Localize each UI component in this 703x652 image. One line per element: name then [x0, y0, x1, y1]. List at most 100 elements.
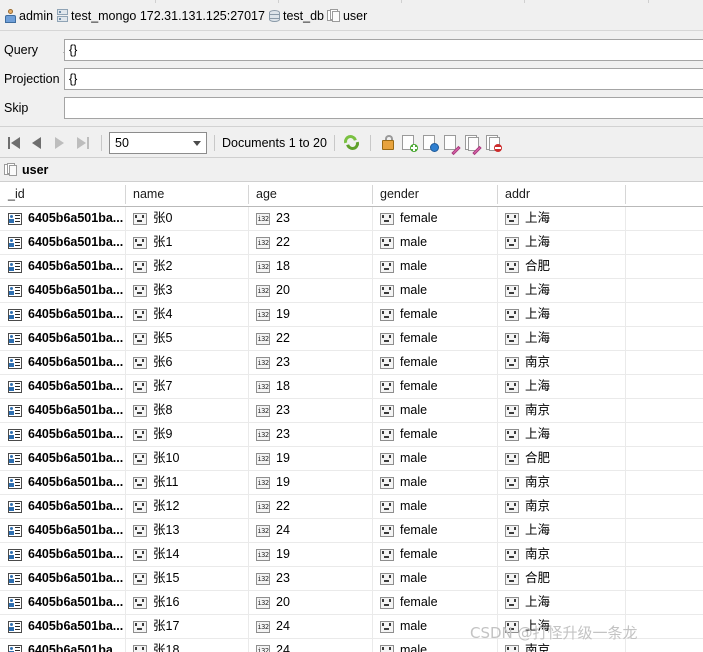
- cell-name[interactable]: 张12: [125, 495, 248, 518]
- cell-_id[interactable]: 6405b6a501ba...: [0, 207, 125, 230]
- cell-gender[interactable]: male: [372, 471, 497, 494]
- cell-addr[interactable]: 合肥: [497, 567, 625, 590]
- cell-addr[interactable]: 南京: [497, 351, 625, 374]
- column-resize-handle[interactable]: [497, 185, 498, 204]
- page-size-select[interactable]: 50: [109, 132, 207, 154]
- cell-age[interactable]: i32 22: [248, 327, 372, 350]
- cell-gender[interactable]: male: [372, 231, 497, 254]
- cell-_id[interactable]: 6405b6a501ba...: [0, 543, 125, 566]
- column-header-blank[interactable]: [625, 182, 703, 206]
- cell-age[interactable]: i32 19: [248, 303, 372, 326]
- cell-addr[interactable]: 上海: [497, 327, 625, 350]
- cell-name[interactable]: 张15: [125, 567, 248, 590]
- cell-gender[interactable]: female: [372, 543, 497, 566]
- next-page-button[interactable]: [48, 132, 71, 155]
- cell-_id[interactable]: 6405b6a501ba...: [0, 399, 125, 422]
- cell-age[interactable]: i32 24: [248, 519, 372, 542]
- table-row[interactable]: 6405b6a501ba... 张0 i32 23 female 上海: [0, 207, 703, 231]
- refresh-button[interactable]: [341, 132, 362, 152]
- breadcrumb-item-connection[interactable]: test_mongo 172.31.131.125:27017: [56, 8, 268, 23]
- table-row[interactable]: 6405b6a501ba... 张16 i32 20 female 上海: [0, 591, 703, 615]
- cell-gender[interactable]: male: [372, 399, 497, 422]
- cell-name[interactable]: 张0: [125, 207, 248, 230]
- cell-age[interactable]: i32 24: [248, 615, 372, 638]
- cell-_id[interactable]: 6405b6a501ba...: [0, 615, 125, 638]
- cell-gender[interactable]: female: [372, 423, 497, 446]
- lock-button[interactable]: [380, 134, 397, 152]
- cell-addr[interactable]: 南京: [497, 471, 625, 494]
- cell-name[interactable]: 张8: [125, 399, 248, 422]
- column-header-_id[interactable]: _id: [0, 182, 125, 206]
- skip-input[interactable]: [64, 97, 703, 119]
- table-row[interactable]: 6405b6a501ba... 张6 i32 23 female 南京: [0, 351, 703, 375]
- cell-age[interactable]: i32 23: [248, 399, 372, 422]
- cell-gender[interactable]: male: [372, 495, 497, 518]
- table-row[interactable]: 6405b6a501ba... 张2 i32 18 male 合肥: [0, 255, 703, 279]
- cell-gender[interactable]: male: [372, 447, 497, 470]
- cell-gender[interactable]: male: [372, 279, 497, 302]
- cell-age[interactable]: i32 22: [248, 231, 372, 254]
- cell-age[interactable]: i32 18: [248, 255, 372, 278]
- cell-addr[interactable]: 南京: [497, 543, 625, 566]
- cell-name[interactable]: 张9: [125, 423, 248, 446]
- cell-name[interactable]: 张13: [125, 519, 248, 542]
- cell-addr[interactable]: 合肥: [497, 255, 625, 278]
- cell-addr[interactable]: 上海: [497, 303, 625, 326]
- last-page-button[interactable]: [71, 132, 94, 155]
- cell-age[interactable]: i32 23: [248, 423, 372, 446]
- cell-_id[interactable]: 6405b6a501ba...: [0, 255, 125, 278]
- cell-addr[interactable]: 上海: [497, 231, 625, 254]
- cell-_id[interactable]: 6405b6a501ba...: [0, 639, 125, 652]
- column-header-name[interactable]: name: [125, 182, 248, 206]
- column-header-gender[interactable]: gender: [372, 182, 497, 206]
- cell-age[interactable]: i32 24: [248, 639, 372, 652]
- table-row[interactable]: 6405b6a501ba... 张4 i32 19 female 上海: [0, 303, 703, 327]
- cell-name[interactable]: 张17: [125, 615, 248, 638]
- column-resize-handle[interactable]: [248, 185, 249, 204]
- table-row[interactable]: 6405b6a501ba... 张15 i32 23 male 合肥: [0, 567, 703, 591]
- first-page-button[interactable]: [2, 132, 25, 155]
- cell-_id[interactable]: 6405b6a501ba...: [0, 375, 125, 398]
- table-row[interactable]: 6405b6a501ba... 张9 i32 23 female 上海: [0, 423, 703, 447]
- column-resize-handle[interactable]: [372, 185, 373, 204]
- table-row[interactable]: 6405b6a501ba... 张7 i32 18 female 上海: [0, 375, 703, 399]
- result-tab[interactable]: user: [0, 158, 703, 182]
- cell-addr[interactable]: 南京: [497, 639, 625, 652]
- table-row[interactable]: 6405b6a501ba... 张8 i32 23 male 南京: [0, 399, 703, 423]
- cell-gender[interactable]: male: [372, 639, 497, 652]
- column-header-age[interactable]: age: [248, 182, 372, 206]
- cell-name[interactable]: 张6: [125, 351, 248, 374]
- table-row[interactable]: 6405b6a501ba... 张11 i32 19 male 南京: [0, 471, 703, 495]
- table-row[interactable]: 6405b6a501ba... 张1 i32 22 male 上海: [0, 231, 703, 255]
- cell-_id[interactable]: 6405b6a501ba...: [0, 303, 125, 326]
- cell-_id[interactable]: 6405b6a501ba...: [0, 591, 125, 614]
- cell-age[interactable]: i32 19: [248, 447, 372, 470]
- column-resize-handle[interactable]: [625, 185, 626, 204]
- cell-addr[interactable]: 上海: [497, 591, 625, 614]
- projection-input[interactable]: [64, 68, 703, 90]
- cell-_id[interactable]: 6405b6a501ba...: [0, 351, 125, 374]
- cell-name[interactable]: 张11: [125, 471, 248, 494]
- table-row[interactable]: 6405b6a501ba... 张18 i32 24 male 南京: [0, 639, 703, 652]
- column-resize-handle[interactable]: [125, 185, 126, 204]
- new-document-button[interactable]: [401, 134, 418, 152]
- cell-name[interactable]: 张14: [125, 543, 248, 566]
- table-row[interactable]: 6405b6a501ba... 张13 i32 24 female 上海: [0, 519, 703, 543]
- breadcrumb-item-collection[interactable]: user: [326, 8, 370, 23]
- cell-age[interactable]: i32 22: [248, 495, 372, 518]
- query-input[interactable]: [64, 39, 703, 61]
- cell-age[interactable]: i32 23: [248, 351, 372, 374]
- table-row[interactable]: 6405b6a501ba... 张3 i32 20 male 上海: [0, 279, 703, 303]
- cell-name[interactable]: 张2: [125, 255, 248, 278]
- cell-name[interactable]: 张18: [125, 639, 248, 652]
- cell-gender[interactable]: female: [372, 351, 497, 374]
- cell-gender[interactable]: female: [372, 327, 497, 350]
- cell-addr[interactable]: 上海: [497, 279, 625, 302]
- cell-addr[interactable]: 南京: [497, 399, 625, 422]
- table-row[interactable]: 6405b6a501ba... 张5 i32 22 female 上海: [0, 327, 703, 351]
- cell-_id[interactable]: 6405b6a501ba...: [0, 567, 125, 590]
- cell-name[interactable]: 张3: [125, 279, 248, 302]
- cell-age[interactable]: i32 19: [248, 471, 372, 494]
- cell-addr[interactable]: 上海: [497, 519, 625, 542]
- cell-_id[interactable]: 6405b6a501ba...: [0, 423, 125, 446]
